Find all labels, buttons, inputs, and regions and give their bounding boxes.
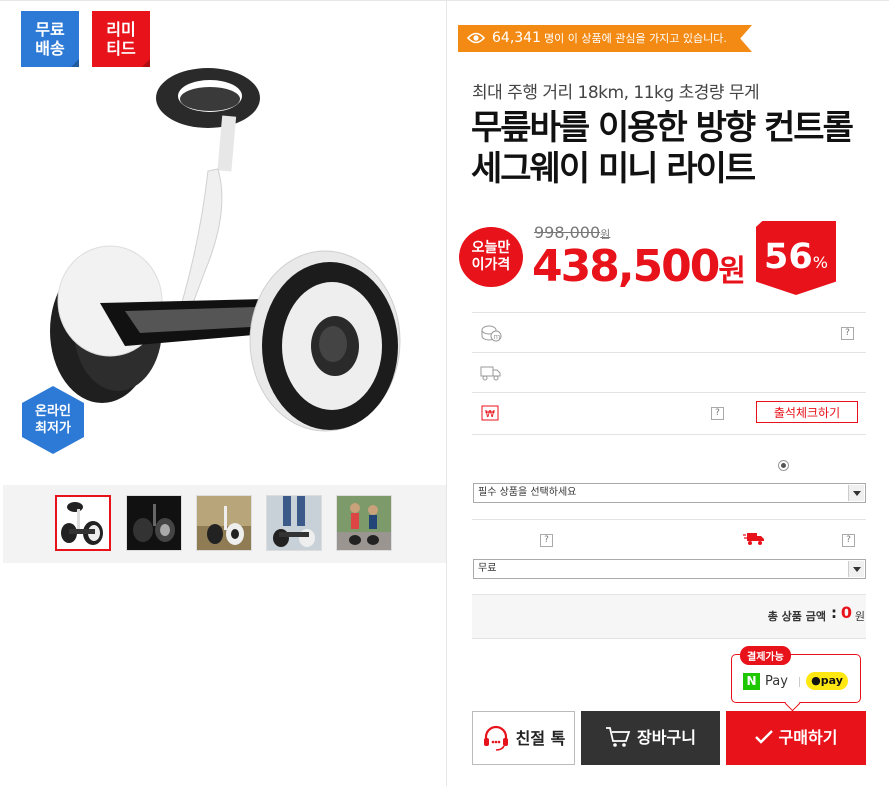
checkin-row: ₩ ? 출석체크하기 xyxy=(472,392,866,435)
thumbnail-2[interactable] xyxy=(126,495,182,551)
check-icon xyxy=(754,729,773,744)
option-radio[interactable] xyxy=(778,460,789,471)
chevron-down-icon[interactable] xyxy=(848,485,864,501)
thumbnail-strip xyxy=(3,485,446,563)
total-colon: : xyxy=(831,604,837,622)
interest-count: 64,341 xyxy=(492,30,541,46)
speech-bubble-icon: ● xyxy=(811,674,821,687)
total-value: 0 xyxy=(840,603,852,622)
thumbnail-5[interactable] xyxy=(336,495,392,551)
checkin-help-icon[interactable]: ? xyxy=(711,407,724,420)
required-product-select[interactable]: 필수 상품을 선택하세요 xyxy=(473,483,866,503)
cart-icon xyxy=(606,726,631,747)
total-label: 총 상품 금액 xyxy=(767,610,826,623)
discount-badge: 56% xyxy=(756,221,836,295)
points-help-icon[interactable]: ? xyxy=(841,327,854,340)
svg-text:₩: ₩ xyxy=(485,409,495,420)
delivery-row xyxy=(472,352,866,393)
thumbnail-4[interactable] xyxy=(266,495,322,551)
eye-icon xyxy=(467,32,485,44)
easy-pay-box: 결제가능 N Pay ●pay xyxy=(731,646,861,703)
won-card-icon: ₩ xyxy=(481,405,499,421)
svg-text:m: m xyxy=(494,333,501,341)
interest-text: 명이 이 상품에 관심을 가지고 있습니다. xyxy=(544,32,727,45)
divider xyxy=(472,519,866,520)
total-unit: 원 xyxy=(854,610,865,623)
kakao-pay-logo[interactable]: ●pay xyxy=(806,672,848,690)
naver-pay-logo[interactable]: N xyxy=(743,673,760,690)
divider xyxy=(799,677,800,687)
product-title: 무릎바를 이용한 방향 컨트롤 세그웨이 미니 라이트 xyxy=(471,108,854,189)
checkin-button[interactable]: 출석체크하기 xyxy=(756,401,858,423)
delivery-help-icon[interactable]: ? xyxy=(842,534,855,547)
product-subtitle: 최대 주행 거리 18km, 11kg 초경량 무게 xyxy=(472,83,760,103)
thumbnail-1[interactable] xyxy=(55,495,111,551)
sale-price: 438,500원 xyxy=(532,241,746,292)
original-price: 998,000원 xyxy=(534,223,611,242)
thumbnail-3[interactable] xyxy=(196,495,252,551)
today-only-badge: 오늘만 이가격 xyxy=(459,227,523,287)
limited-badge: 리미 티드 xyxy=(92,11,150,67)
chat-button[interactable]: 친절 톡 xyxy=(472,711,575,765)
fast-delivery-icon xyxy=(743,533,764,545)
product-info-panel: 64,341 명이 이 상품에 관심을 가지고 있습니다. 최대 주행 거리 18… xyxy=(447,0,889,786)
shipping-option-select[interactable]: 무료 xyxy=(473,559,866,579)
naver-pay-label[interactable]: Pay xyxy=(765,674,788,689)
shipping-help-icon[interactable]: ? xyxy=(540,534,553,547)
online-lowest-badge: 온라인 최저가 xyxy=(20,384,86,456)
total-price-box: 총 상품 금액 : 0 원 xyxy=(472,594,866,639)
free-shipping-badge: 무료 배송 xyxy=(21,11,79,67)
points-row: m ? xyxy=(472,312,866,353)
product-gallery: 무료 배송 리미 티드 온라인 최저가 xyxy=(0,0,447,786)
divider xyxy=(472,434,866,435)
main-product-image[interactable] xyxy=(30,61,410,461)
truck-icon xyxy=(480,366,501,381)
headset-icon xyxy=(483,725,508,751)
cart-button[interactable]: 장바구니 xyxy=(581,711,720,765)
payment-available-label: 결제가능 xyxy=(740,646,791,665)
coin-icon: m xyxy=(481,325,502,342)
chevron-down-icon[interactable] xyxy=(848,561,864,577)
interest-banner: 64,341 명이 이 상품에 관심을 가지고 있습니다. xyxy=(458,25,752,52)
buy-button[interactable]: 구매하기 xyxy=(726,711,866,765)
